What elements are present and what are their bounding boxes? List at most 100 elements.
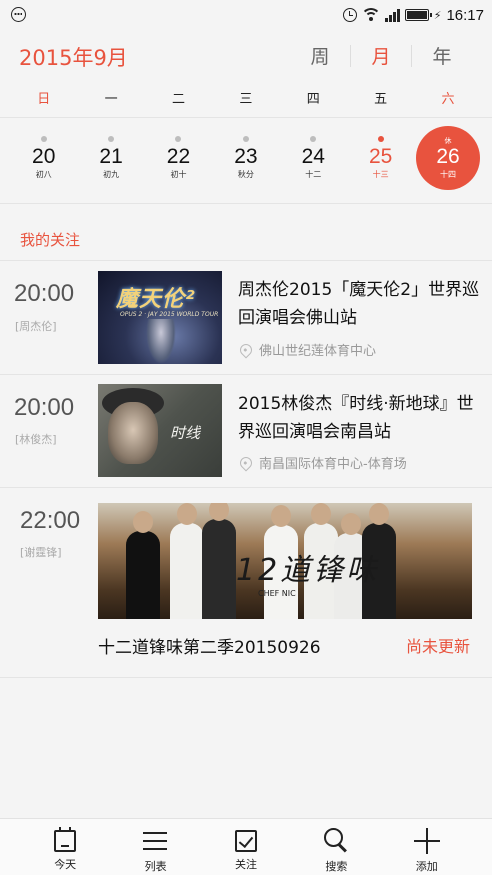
divider [0,677,492,678]
location-text: 佛山世纪莲体育中心 [259,344,377,359]
charging-icon: ⚡ [433,8,442,22]
show-logo-subtitle: CHEF NIC [258,589,296,598]
event-person: [周杰伦] [15,320,57,333]
week-dates-row: 20 初八 21 初九 22 初十 23 秋分 24 十二 25 十三 休 26… [10,126,482,192]
nav-search[interactable]: 搜索 [301,819,371,875]
chef-head [369,503,389,525]
event-title: 2015林俊杰『时线·新地球』世界巡回演唱会南昌站 [238,394,474,442]
date-number: 25 [368,145,393,168]
plus-icon [413,828,440,854]
event-person: [林俊杰] [15,433,57,446]
date-cell[interactable]: 20 初八 [10,126,77,192]
nav-label: 搜索 [325,860,348,873]
date-cell-today[interactable]: 25 十三 [347,126,414,192]
event-dot [377,136,384,142]
event-time: 20:00 [14,280,75,307]
event-person: [谢霆锋] [20,546,62,559]
location-pin-icon [237,454,255,471]
event-item[interactable]: 22:00 [谢霆锋] 12道锋味 CHEF NIC 十二道锋味第二季20150… [0,487,492,677]
event-thumbnail[interactable]: 魔天伦² OPUS 2 · JAY 2015 WORLD TOUR [98,271,222,364]
alarm-icon [342,8,357,22]
event-dot [242,136,249,142]
date-number: 21 [99,145,123,168]
date-cell[interactable]: 23 秋分 [212,126,279,192]
event-time: 20:00 [14,394,75,421]
lunar-date: 初九 [103,170,120,179]
chef-head [177,503,197,525]
nav-add[interactable]: 添加 [392,819,462,875]
weekday-label: 日 [37,92,51,107]
view-switch: 周 月 年 [290,42,472,69]
lunar-date: 秋分 [237,170,254,179]
date-cell[interactable]: 21 初九 [77,126,144,192]
chef-figure [126,531,160,619]
nav-label: 关注 [234,858,257,871]
chef-head [133,511,153,533]
signal-icon [384,8,400,22]
battery-icon [404,9,432,21]
month-title[interactable]: 2015年9月 [19,42,128,72]
divider [0,203,492,204]
show-banner[interactable]: 12道锋味 CHEF NIC [98,503,472,619]
search-icon [323,828,349,854]
date-cell[interactable]: 22 初十 [145,126,212,192]
date-number: 23 [234,145,258,168]
nav-today[interactable]: 今天 [30,819,100,875]
date-cell[interactable]: 24 十二 [280,126,347,192]
event-time: 22:00 [20,507,81,534]
weekday-label: 四 [306,92,320,107]
date-number: 22 [166,145,191,168]
event-title: 十二道锋味第二季20150926 [98,638,321,658]
view-week-button[interactable]: 周 [290,42,350,69]
event-dot [108,136,115,142]
lunar-date: 初八 [35,170,52,179]
lunar-date: 初十 [170,170,187,179]
event-item[interactable]: 20:00 [周杰伦] 魔天伦² OPUS 2 · JAY 2015 WORLD… [0,260,492,374]
performer-figure [146,319,176,364]
event-location: 南昌国际体育中心-体育场 [237,453,407,472]
chef-figure [170,523,204,619]
location-pin-icon [237,341,255,358]
event-item[interactable]: 20:00 [林俊杰] 时线 2015林俊杰『时线·新地球』世界巡回演唱会南昌站… [0,374,492,487]
status-time: 16:17 [446,6,484,24]
thumbnail-text: 时线 [170,424,201,442]
nav-follow[interactable]: 关注 [211,819,281,875]
list-icon [142,828,169,854]
chef-head [311,503,331,525]
event-location: 佛山世纪莲体育中心 [237,340,377,359]
chef-head [209,503,229,521]
date-cell-selected[interactable]: 休 26 十四 [414,126,481,192]
divider [0,117,492,118]
lunar-date: 十四 [440,170,457,179]
date-number: 24 [301,145,325,168]
chef-head [271,505,291,527]
event-thumbnail[interactable]: 时线 [98,384,222,477]
artist-face [108,402,158,464]
view-year-button[interactable]: 年 [412,42,472,69]
show-logo: 12道锋味 [236,553,380,588]
status-bar: ⚡ 16:17 [0,0,492,30]
weekday-label: 六 [441,92,455,107]
nav-label: 添加 [415,860,438,873]
bottom-navigation: 今天 列表 关注 搜索 添加 [0,818,492,875]
more-icon [11,7,26,22]
event-title: 周杰伦2015「魔天伦2」世界巡回演唱会佛山站 [238,280,480,328]
weekday-label: 五 [374,92,388,107]
weekday-label: 三 [239,92,253,107]
date-number: 20 [32,145,56,168]
event-dot [40,136,47,142]
checkbox-icon [234,830,257,852]
event-dot [310,136,317,142]
weekday-row: 日 一 二 三 四 五 六 [10,88,482,107]
thumbnail-logo: 魔天伦² [116,287,196,312]
wifi-icon [361,8,380,22]
chef-head [341,513,361,535]
weekday-label: 一 [104,92,118,107]
date-number: 26 [436,145,460,168]
view-month-button[interactable]: 月 [351,42,411,69]
location-text: 南昌国际体育中心-体育场 [259,457,407,472]
weekday-label: 二 [171,92,185,107]
event-dot [175,136,182,142]
nav-list[interactable]: 列表 [121,819,191,875]
nav-label: 列表 [144,860,167,873]
